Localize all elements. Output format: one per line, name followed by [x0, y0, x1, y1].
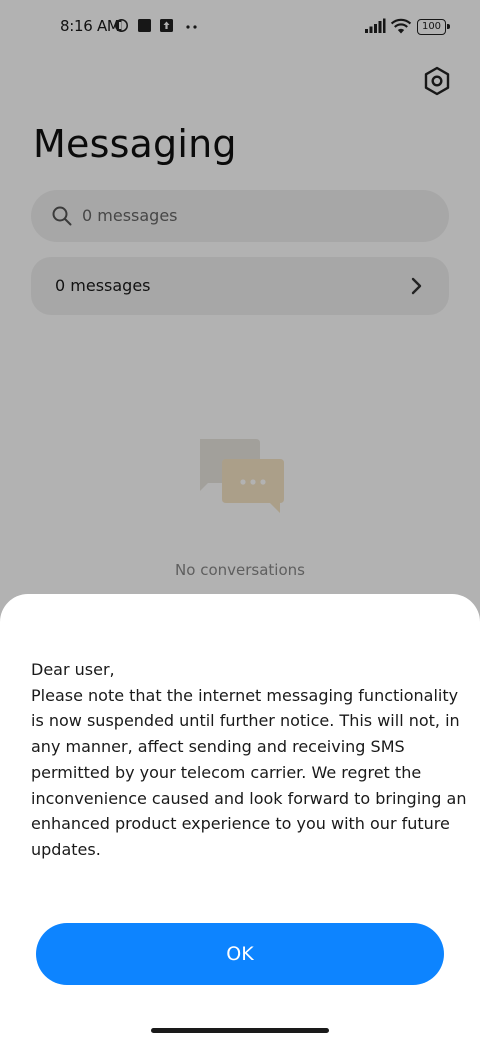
home-indicator[interactable] [151, 1028, 329, 1033]
notice-dialog: Dear user, Please note that the internet… [0, 594, 480, 1040]
dialog-greeting: Dear user, [31, 660, 115, 679]
dialog-message: Dear user, Please note that the internet… [31, 657, 471, 863]
dialog-body: Please note that the internet messaging … [31, 685, 467, 859]
messaging-screen: 8:16 AM 100 Messaging 0 messages 0 messa… [0, 0, 480, 1040]
ok-button[interactable]: OK [36, 923, 444, 985]
